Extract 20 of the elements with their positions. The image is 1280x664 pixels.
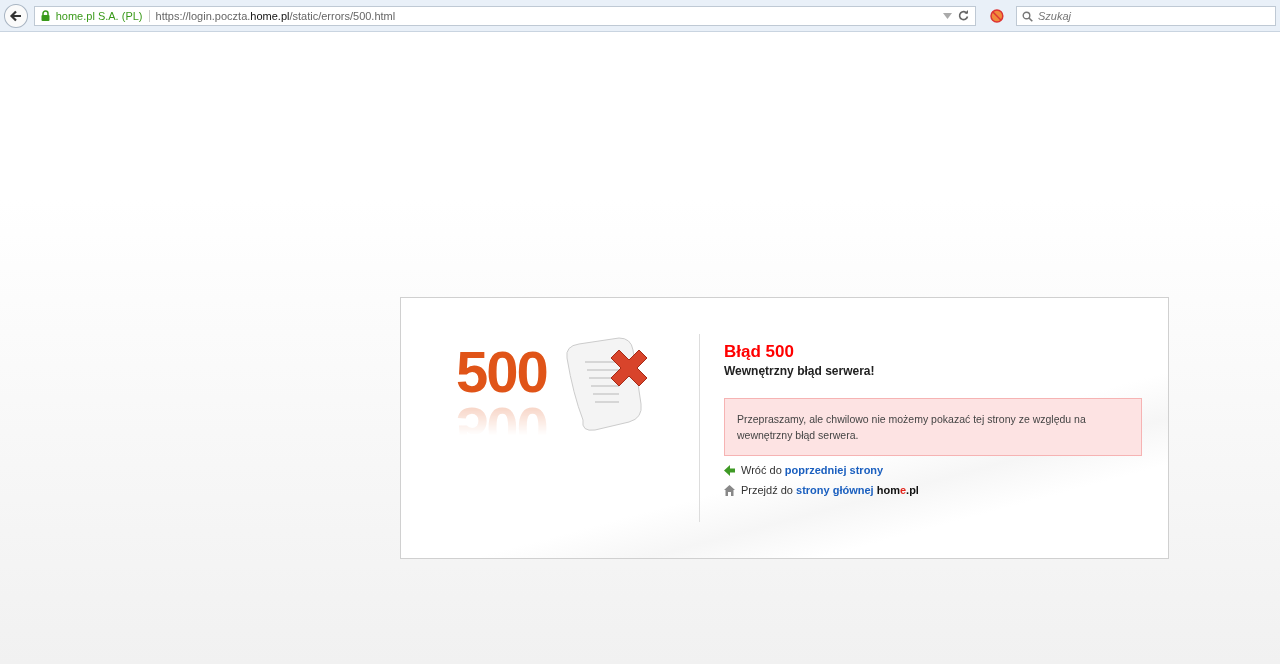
house-icon: [724, 484, 735, 496]
address-bar[interactable]: home.pl S.A. (PL) https://login.poczta.home.pl/static/errors/500.html: [33, 5, 977, 26]
blocked-ball-icon[interactable]: [990, 8, 1004, 23]
site-identity[interactable]: home.pl S.A. (PL): [55, 9, 150, 22]
error-subtitle: Wewnętrzny błąd serwera!: [724, 364, 876, 378]
url-text: https://login.poczta.home.pl/static/errors/500.html: [155, 9, 396, 22]
padlock-icon: [40, 10, 50, 21]
back-arrow-icon: [8, 8, 23, 23]
navigation-hint: Przejdź do strony głównej home.pl: [741, 484, 919, 496]
back-button[interactable]: [4, 3, 28, 28]
brand-link[interactable]: home.pl: [876, 484, 919, 496]
nav-link[interactable]: strony głównej: [796, 484, 874, 496]
error-code-graphic: 500: [456, 338, 547, 405]
back-arrow-icon: [724, 464, 735, 476]
nav-link[interactable]: poprzedniej strony: [784, 464, 884, 476]
error-title: Błąd 500: [724, 342, 795, 362]
error-message: Przepraszamy, ale chwilowo nie możemy pokazać tej strony ze względu na wewnętrzny błąd serwera.: [724, 398, 1142, 456]
search-field[interactable]: Szukaj: [1016, 5, 1276, 26]
reload-icon[interactable]: [958, 10, 970, 21]
navigation-hint: Wróć do poprzedniej strony: [741, 464, 884, 476]
